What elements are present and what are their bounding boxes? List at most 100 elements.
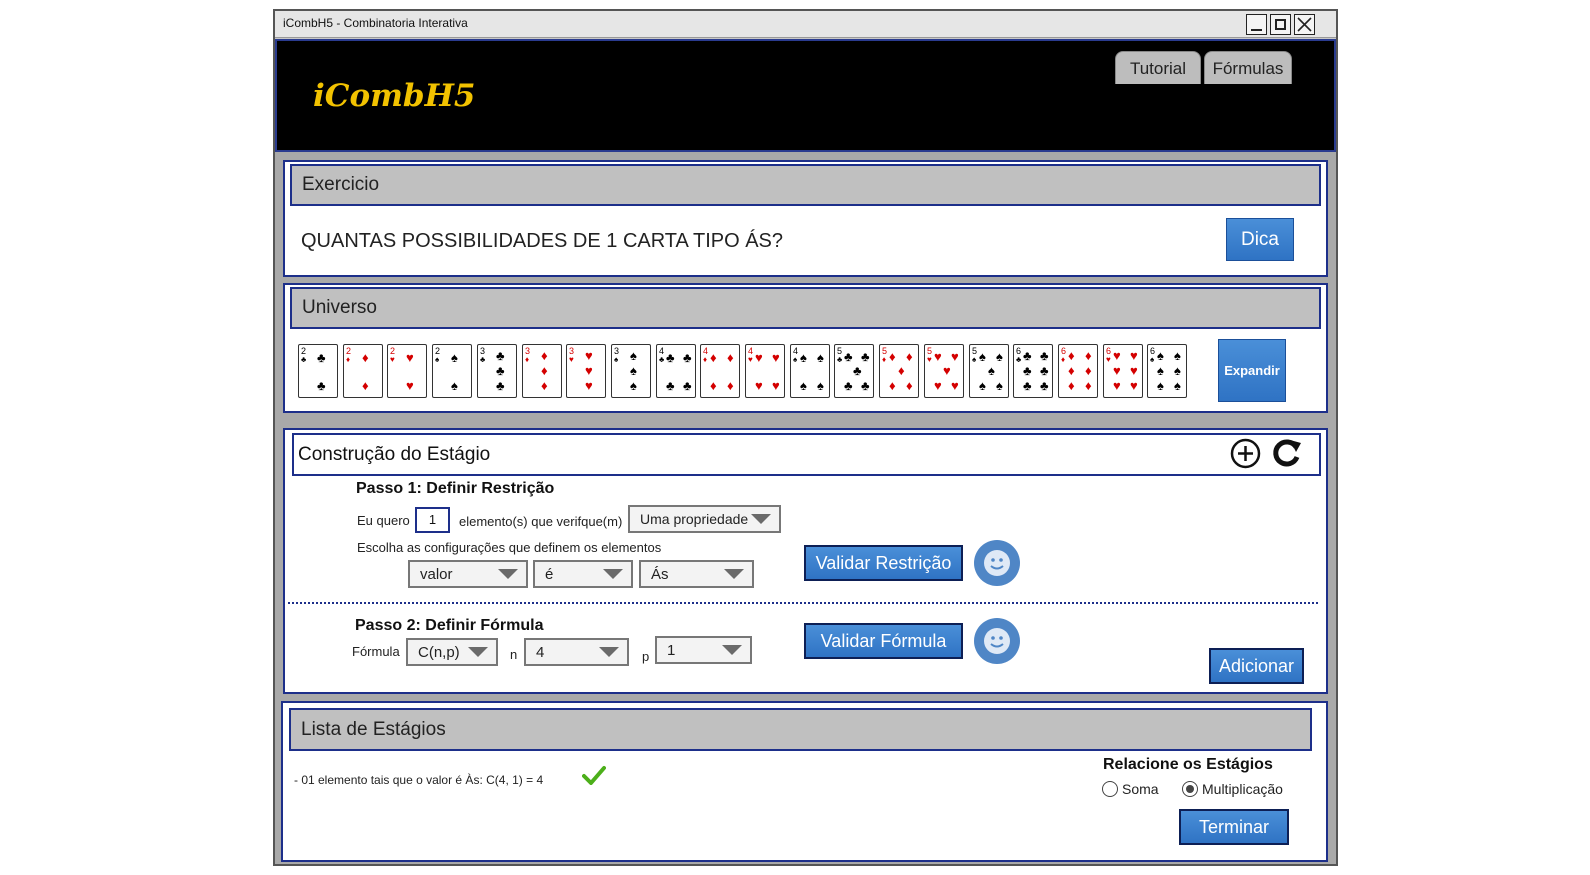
i-want-label: Eu quero [357, 513, 410, 528]
card-pip-icon: ♠ [988, 363, 995, 378]
multiplication-radio[interactable] [1182, 781, 1198, 797]
card-pip-icon: ♥ [755, 350, 763, 365]
card-suit-icon: ♠ [1150, 355, 1155, 364]
logo: iCombH5 [313, 78, 476, 114]
card-suit-icon: ♦ [346, 355, 351, 364]
playing-card[interactable]: 6 ♠ ♠ ♠ ♠ ♠ ♠ ♠ [1147, 344, 1187, 398]
card-pip-icon: ♦ [1085, 363, 1092, 378]
expand-button[interactable]: Expandir [1218, 339, 1286, 402]
card-pip-icon: ♣ [844, 378, 853, 393]
chevron-down-icon [724, 569, 744, 579]
feedback-face-icon [974, 618, 1020, 664]
p-select-value: 1 [667, 641, 676, 659]
close-button[interactable] [1294, 14, 1315, 35]
card-pip-icon: ♦ [906, 378, 913, 393]
radio-dot-icon [1186, 785, 1194, 793]
exercise-question: QUANTAS POSSIBILIDADES DE 1 CARTA TIPO Á… [301, 230, 784, 252]
card-pip-icon: ♦ [362, 350, 369, 365]
formula-select[interactable]: C(n,p) [406, 638, 498, 666]
card-pip-icon: ♠ [800, 378, 807, 393]
playing-card[interactable]: 6 ♥ ♥ ♥ ♥ ♥ ♥ ♥ [1103, 344, 1143, 398]
card-pip-icon: ♥ [406, 350, 414, 365]
quantity-input[interactable]: 1 [415, 507, 450, 533]
card-suit-icon: ♦ [1061, 355, 1066, 364]
attribute-select[interactable]: valor [408, 560, 528, 588]
playing-card[interactable]: 2 ♥ ♥ ♥ [387, 344, 427, 398]
sum-radio[interactable] [1102, 781, 1118, 797]
add-button[interactable]: Adicionar [1209, 648, 1304, 684]
card-pip-icon: ♠ [630, 348, 637, 363]
operator-select[interactable]: é [533, 560, 633, 588]
playing-card[interactable]: 4 ♠ ♠ ♠ ♠ ♠ [790, 344, 830, 398]
card-pip-icon: ♣ [861, 349, 870, 364]
playing-card[interactable]: 5 ♣ ♣ ♣ ♣ ♣ ♣ [834, 344, 874, 398]
card-pip-icon: ♣ [1023, 348, 1032, 363]
value-select[interactable]: Ás [639, 560, 754, 588]
close-icon [1297, 17, 1312, 32]
add-stage-button[interactable] [1230, 438, 1261, 469]
playing-card[interactable]: 3 ♦ ♦ ♦ ♦ [522, 344, 562, 398]
minimize-button[interactable] [1246, 14, 1267, 35]
playing-card[interactable]: 2 ♠ ♠ ♠ [432, 344, 472, 398]
playing-card[interactable]: 4 ♥ ♥ ♥ ♥ ♥ [745, 344, 785, 398]
chevron-down-icon [498, 569, 518, 579]
relate-title: Relacione os Estágios [1103, 756, 1273, 773]
reset-button[interactable] [1271, 437, 1303, 469]
multiplication-label: Multiplicação [1202, 781, 1283, 797]
chevron-down-icon [599, 647, 619, 657]
card-pip-icon: ♦ [541, 378, 548, 393]
n-label: n [510, 647, 518, 662]
card-pip-icon: ♠ [800, 350, 807, 365]
tab-tutorial[interactable]: Tutorial [1115, 51, 1201, 84]
card-suit-icon: ♠ [972, 355, 977, 364]
card-pip-icon: ♠ [1157, 348, 1164, 363]
card-pip-icon: ♠ [979, 378, 986, 393]
step1-title: Passo 1: Definir Restrição [356, 480, 555, 497]
card-pip-icon: ♠ [996, 378, 1003, 393]
card-pip-icon: ♥ [951, 349, 959, 364]
stages-header: Lista de Estágios [289, 708, 1312, 751]
playing-card[interactable]: 6 ♦ ♦ ♦ ♦ ♦ ♦ ♦ [1058, 344, 1098, 398]
exercise-header: Exercicio [290, 164, 1321, 206]
playing-card[interactable]: 5 ♥ ♥ ♥ ♥ ♥ ♥ [924, 344, 964, 398]
playing-card[interactable]: 2 ♣ ♣ ♣ [298, 344, 338, 398]
validate-restriction-button[interactable]: Validar Restrição [804, 545, 963, 581]
n-select[interactable]: 4 [524, 638, 629, 666]
card-pip-icon: ♠ [817, 350, 824, 365]
playing-card[interactable]: 3 ♠ ♠ ♠ ♠ [611, 344, 651, 398]
property-select-value: Uma propriedade [640, 511, 749, 527]
playing-card[interactable]: 3 ♣ ♣ ♣ ♣ [477, 344, 517, 398]
universe-header: Universo [290, 287, 1321, 329]
card-pip-icon: ♦ [1085, 378, 1092, 393]
card-pip-icon: ♣ [666, 350, 675, 365]
playing-card[interactable]: 4 ♣ ♣ ♣ ♣ ♣ [656, 344, 696, 398]
tab-formulas[interactable]: Fórmulas [1204, 51, 1292, 84]
finish-button[interactable]: Terminar [1179, 809, 1289, 845]
card-suit-icon: ♥ [748, 355, 753, 364]
card-pip-icon: ♣ [317, 350, 326, 365]
card-pip-icon: ♠ [451, 350, 458, 365]
maximize-button[interactable] [1270, 14, 1291, 35]
hint-button[interactable]: Dica [1226, 218, 1294, 261]
validate-formula-button[interactable]: Validar Fórmula [804, 623, 963, 659]
playing-card[interactable]: 5 ♠ ♠ ♠ ♠ ♠ ♠ [969, 344, 1009, 398]
window-title: iCombH5 - Combinatoria Interativa [283, 16, 468, 30]
p-label: p [642, 649, 650, 664]
playing-card[interactable]: 6 ♣ ♣ ♣ ♣ ♣ ♣ ♣ [1013, 344, 1053, 398]
card-pip-icon: ♥ [772, 378, 780, 393]
playing-card[interactable]: 2 ♦ ♦ ♦ [343, 344, 383, 398]
sum-label: Soma [1122, 781, 1159, 797]
card-pip-icon: ♠ [1157, 363, 1164, 378]
playing-card[interactable]: 3 ♥ ♥ ♥ ♥ [566, 344, 606, 398]
playing-card[interactable]: 5 ♦ ♦ ♦ ♦ ♦ ♦ [879, 344, 919, 398]
card-pip-icon: ♥ [772, 350, 780, 365]
card-pip-icon: ♥ [406, 378, 414, 393]
card-pip-icon: ♦ [727, 350, 734, 365]
p-select[interactable]: 1 [655, 636, 752, 664]
property-select[interactable]: Uma propriedade [628, 505, 781, 533]
card-pip-icon: ♠ [1157, 378, 1164, 393]
playing-card[interactable]: 4 ♦ ♦ ♦ ♦ ♦ [700, 344, 740, 398]
card-pip-icon: ♠ [996, 349, 1003, 364]
card-suit-icon: ♣ [480, 355, 486, 364]
card-pip-icon: ♠ [1174, 378, 1181, 393]
